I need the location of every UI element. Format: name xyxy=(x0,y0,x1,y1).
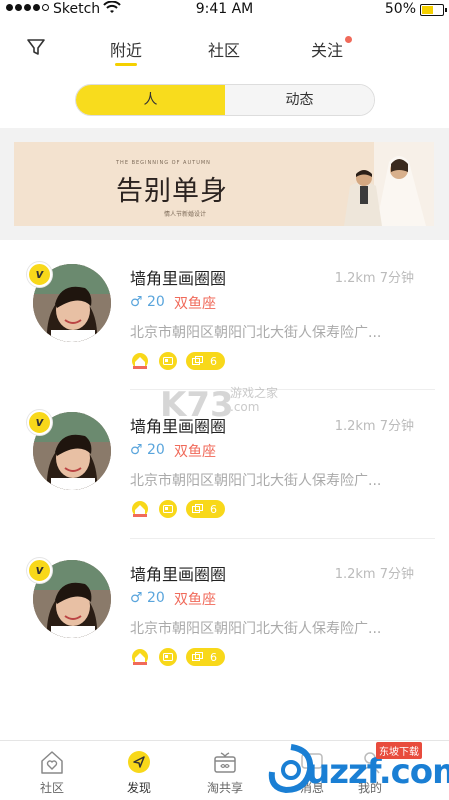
badge-row: 6 xyxy=(130,500,225,518)
tab-bar-label: 淘共享 xyxy=(206,781,243,795)
tab-bar-label: 社区 xyxy=(39,781,64,795)
banner-subtitle: THE BEGINNING OF AUTUMN xyxy=(116,160,211,166)
photo-count: 6 xyxy=(186,500,225,518)
distance-time: 1.2km 7分钟 xyxy=(334,419,414,434)
tab-community[interactable]: 社区 xyxy=(208,37,240,61)
battery-percent: 50% xyxy=(384,1,416,17)
zodiac: 双鱼座 xyxy=(174,296,216,312)
home-badge-icon xyxy=(132,353,148,369)
watermark-k73-sub: 游戏之家 .com xyxy=(230,386,279,414)
tab-bar-share[interactable]: 淘共享 xyxy=(195,741,255,800)
vip-icon: v xyxy=(27,558,52,583)
compass-icon xyxy=(128,751,150,773)
tab-follow[interactable]: 关注 xyxy=(311,37,343,61)
tab-bar-label: 发现 xyxy=(126,781,151,795)
zodiac: 双鱼座 xyxy=(174,444,216,460)
banner-title: 告别单身 xyxy=(116,176,228,207)
list-item[interactable]: v 墙角里画圈圈 1.2km 7分钟 ♂ 20 双鱼座 北京市朝阳区朝阳门北大街… xyxy=(0,548,449,686)
gender-age: ♂ 20 xyxy=(130,442,165,458)
address: 北京市朝阳区朝阳门北大街人保寿险广... xyxy=(130,473,382,489)
watermark-uzzf-badge: 东坡下载 xyxy=(376,742,422,759)
tab-nearby[interactable]: 附近 xyxy=(110,37,142,61)
address: 北京市朝阳区朝阳门北大街人保寿险广... xyxy=(130,325,382,341)
id-card-icon xyxy=(159,500,177,518)
badge-row: 6 xyxy=(130,352,225,370)
divider xyxy=(130,538,435,539)
vip-icon: v xyxy=(27,410,52,435)
id-card-icon xyxy=(159,648,177,666)
segment-moments[interactable]: 动态 xyxy=(225,85,374,115)
home-badge-icon xyxy=(132,501,148,517)
gift-box-icon xyxy=(214,752,236,773)
segment-people[interactable]: 人 xyxy=(76,85,225,115)
notification-dot xyxy=(345,36,352,43)
zodiac: 双鱼座 xyxy=(174,592,216,608)
list-item[interactable]: v 墙角里画圈圈 1.2km 7分钟 ♂ 20 双鱼座 北京市朝阳区朝阳门北大街… xyxy=(0,252,449,390)
status-bar: Sketch 9:41 AM 50% xyxy=(0,0,449,22)
segment-control: 人 动态 xyxy=(75,84,375,116)
address: 北京市朝阳区朝阳门北大街人保寿险广... xyxy=(130,621,382,637)
filter-icon[interactable] xyxy=(26,37,46,57)
wedding-photo xyxy=(264,142,434,226)
photo-count: 6 xyxy=(186,352,225,370)
badge-row: 6 xyxy=(130,648,225,666)
screen: Sketch 9:41 AM 50% 附近 社区 关注 人 动态 THE BEG… xyxy=(0,0,449,800)
tab-bar-discover[interactable]: 发现 xyxy=(109,741,169,800)
id-card-icon xyxy=(159,352,177,370)
banner-tagline: 情人节新婚设计 xyxy=(164,211,207,218)
clock: 9:41 AM xyxy=(195,1,254,17)
distance-time: 1.2km 7分钟 xyxy=(334,271,414,286)
user-name: 墙角里画圈圈 xyxy=(130,269,227,288)
home-badge-icon xyxy=(132,649,148,665)
gender-age: ♂ 20 xyxy=(130,590,165,606)
watermark-uzzf: uzzf.com 东坡下载 xyxy=(266,738,449,800)
promo-banner[interactable]: THE BEGINNING OF AUTUMN 告别单身 情人节新婚设计 xyxy=(14,142,434,226)
gender-age: ♂ 20 xyxy=(130,294,165,310)
distance-time: 1.2km 7分钟 xyxy=(334,567,414,582)
house-heart-icon xyxy=(41,751,63,774)
vip-icon: v xyxy=(27,262,52,287)
top-nav: 附近 社区 关注 xyxy=(0,22,449,70)
active-tab-indicator xyxy=(115,63,137,66)
photo-count: 6 xyxy=(186,648,225,666)
watermark-k73: K73 xyxy=(160,385,234,425)
tab-bar-community[interactable]: 社区 xyxy=(22,741,82,800)
battery-icon xyxy=(420,4,447,16)
user-name: 墙角里画圈圈 xyxy=(130,565,227,584)
